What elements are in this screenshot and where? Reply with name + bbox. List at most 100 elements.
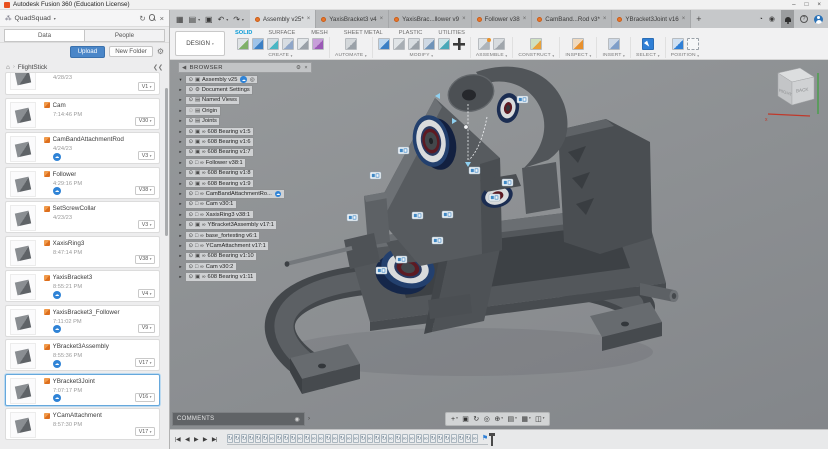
help-icon[interactable]: ? — [800, 15, 808, 23]
expand-arrow-icon[interactable]: ▸ — [178, 118, 183, 124]
press-pull-icon[interactable] — [378, 38, 390, 50]
timeline-motion-marker[interactable]: ∞ — [318, 434, 324, 443]
visibility-icon[interactable]: ⊙ — [189, 253, 193, 259]
timeline-joint-marker[interactable]: ↻ — [255, 434, 261, 443]
version-dropdown[interactable]: V9▾ — [138, 324, 155, 333]
close-icon[interactable]: × — [817, 1, 821, 8]
visibility-icon[interactable]: ⊙ — [189, 212, 193, 218]
expand-arrow-icon[interactable]: ▸ — [178, 264, 183, 270]
browser-root-pill[interactable]: ⊙ ▣ Assembly v25 ☁ ◎ — [185, 75, 258, 84]
right-bracket-part[interactable] — [558, 119, 652, 254]
expand-arrow-icon[interactable]: ▸ — [178, 243, 183, 249]
expand-arrow-icon[interactable]: ▸ — [178, 139, 183, 145]
close-tab-icon[interactable]: × — [307, 16, 311, 22]
joint-icon[interactable] — [493, 38, 505, 50]
timeline-motion-marker[interactable]: ∞ — [346, 434, 352, 443]
profile-avatar[interactable] — [814, 15, 823, 24]
browser-row-pill[interactable]: ⊙▣∞608 Bearing v1:5 — [185, 127, 254, 136]
visibility-icon[interactable]: ⊙ — [189, 129, 193, 135]
timeline-motion-marker[interactable]: ∞ — [297, 434, 303, 443]
collapse-browser-icon[interactable]: ◀ — [182, 65, 187, 71]
group-label[interactable]: SELECT▾ — [636, 53, 660, 58]
center-of-mass-icon[interactable]: ◎ — [250, 77, 255, 83]
group-label[interactable]: POSITION▾ — [671, 53, 700, 58]
browser-component-row[interactable]: ▸⊙▣∞608 Bearing v1:7 — [178, 148, 312, 157]
scrollbar-thumb[interactable] — [165, 88, 168, 236]
close-tab-icon[interactable]: × — [380, 16, 384, 22]
browser-component-row[interactable]: ▸⊙□∞Follower v38:1 — [178, 158, 312, 167]
browser-row-pill[interactable]: ⊙▤Joints — [185, 117, 220, 126]
visibility-icon[interactable]: ⊙ — [189, 264, 193, 270]
browser-row-pill[interactable]: ⊙▣∞608 Bearing v1:8 — [185, 169, 254, 178]
joint-glyph-badge[interactable] — [370, 172, 381, 179]
version-dropdown[interactable]: V3▾ — [138, 151, 155, 160]
doc-tab[interactable]: Follower v38× — [472, 10, 533, 28]
timeline-joint-marker[interactable]: ↻ — [395, 434, 401, 443]
grid-icon[interactable]: ▦▾ — [521, 416, 530, 423]
joint-glyph-badge[interactable] — [376, 267, 387, 274]
timeline-joint-marker[interactable]: ↻ — [276, 434, 282, 443]
timeline-motion-marker[interactable]: ∞ — [269, 434, 275, 443]
timeline-joint-marker[interactable]: ↻ — [325, 434, 331, 443]
version-dropdown[interactable]: V3▾ — [138, 220, 155, 229]
expand-arrow-icon[interactable]: ▸ — [178, 191, 183, 197]
visibility-icon[interactable]: ⊙ — [189, 233, 193, 239]
tab-data[interactable]: Data — [4, 29, 85, 42]
ribbon-tab-plastic[interactable]: PLASTIC — [398, 29, 424, 37]
browser-component-row[interactable]: ▸⊙□∞Cam v30:1 — [178, 200, 312, 209]
expand-arrow-icon[interactable]: ▾ — [178, 77, 183, 83]
expand-arrow-icon[interactable]: ▸ — [178, 129, 183, 135]
view-cube[interactable]: x RIGHT BACK — [764, 63, 822, 127]
joint-glyph-badge[interactable] — [347, 214, 358, 221]
create-sketch-icon[interactable] — [237, 38, 249, 50]
pan-icon[interactable]: +▾ — [451, 416, 458, 423]
expand-arrow-icon[interactable]: ▸ — [178, 233, 183, 239]
visibility-icon[interactable]: ⊙ — [189, 191, 193, 197]
group-label[interactable]: CREATE▾ — [268, 53, 292, 58]
search-icon[interactable] — [149, 14, 157, 22]
joint-glyph-badge[interactable] — [442, 211, 453, 218]
list-item[interactable]: CamBandAttachmentRod4/24/23☁V3▾ — [5, 132, 160, 164]
joint-glyph-badge[interactable] — [517, 96, 528, 103]
version-dropdown[interactable]: V38▾ — [135, 255, 155, 264]
group-label[interactable]: AUTOMATE▾ — [335, 53, 367, 58]
select-icon[interactable] — [642, 38, 654, 50]
expand-arrow-icon[interactable]: ▸ — [178, 253, 183, 259]
list-item[interactable]: 4/28/23V1▾ — [5, 72, 160, 95]
browser-component-row[interactable]: ▸⊙□∞CamBandAttachmentRo...☁ — [178, 189, 312, 198]
timeline-joint-marker[interactable]: ↻ — [430, 434, 436, 443]
create-surface-icon[interactable] — [267, 38, 279, 50]
close-tab-icon[interactable]: × — [682, 16, 686, 22]
new-component-icon[interactable] — [478, 38, 490, 50]
expand-arrow-icon[interactable]: ▸ — [178, 108, 183, 114]
go-to-start-icon[interactable]: |◀ — [175, 437, 180, 443]
play-icon[interactable]: ▶ — [194, 437, 198, 443]
timeline-joint-marker[interactable]: ↻ — [339, 434, 345, 443]
capture-position-icon[interactable] — [672, 38, 684, 50]
list-item[interactable]: YaxisBracket38:55:21 PM☁V4▾ — [5, 270, 160, 302]
browser-component-row[interactable]: ▸⊙▣∞608 Bearing v1:9 — [178, 179, 312, 188]
browser-root-row[interactable]: ▾ ⊙ ▣ Assembly v25 ☁ ◎ — [178, 75, 312, 84]
version-dropdown[interactable]: V30▾ — [135, 117, 155, 126]
close-tab-icon[interactable]: × — [603, 16, 607, 22]
browser-row-pill[interactable]: ⊙□∞Cam v30:2 — [185, 262, 237, 271]
timeline-motion-marker[interactable]: ∞ — [402, 434, 408, 443]
caret-down-icon[interactable]: ▾ — [54, 16, 56, 21]
home-icon[interactable]: ⌂ — [6, 64, 10, 71]
browser-row-pill[interactable]: ⊙□∞Follower v38:1 — [185, 158, 246, 167]
browser-component-row[interactable]: ▸⊙▣∞608 Bearing v1:10 — [178, 252, 312, 261]
new-tab-button[interactable]: + — [696, 14, 701, 24]
browser-row-pill[interactable]: ⊙▣∞608 Bearing v1:7 — [185, 148, 254, 157]
move-icon[interactable] — [453, 38, 465, 50]
timeline-joint-marker[interactable]: ↻ — [248, 434, 254, 443]
group-label[interactable]: INSPECT▾ — [565, 53, 591, 58]
visibility-icon[interactable]: ⊙ — [189, 181, 193, 187]
ribbon-tab-solid[interactable]: SOLID — [234, 29, 253, 37]
doc-tab[interactable]: Assembly v25*× — [250, 10, 316, 28]
save-icon[interactable]: ▣ — [205, 15, 213, 24]
browser-folder-row[interactable]: ▸⊙▤Origin — [178, 106, 312, 115]
viewport[interactable]: ◀ BROWSER ⚙ × ▾ ⊙ ▣ Assembly v25 ☁ ◎ — [170, 60, 828, 429]
expand-arrow-icon[interactable]: ▸ — [178, 201, 183, 207]
list-item[interactable]: YBracket3Joint7:07:17 PM☁V16▾ — [5, 374, 160, 406]
viewports-icon[interactable]: ◫▾ — [535, 416, 544, 423]
